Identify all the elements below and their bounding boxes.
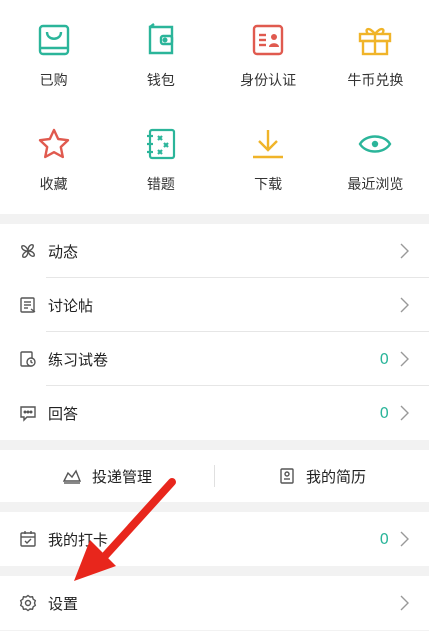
list-item-label: 练习试卷 [48,350,109,369]
settings-section: 设置 [0,576,429,630]
grid-item-wallet[interactable]: 钱包 [107,20,214,90]
grid-item-label: 错题 [146,177,175,193]
gift-icon [322,20,429,60]
grid-item-label: 牛币兑换 [347,73,404,89]
wrong-questions-icon [107,124,214,164]
activity-list: 动态 讨论帖 练习试卷 0 回答 0 [0,224,429,440]
chevron-right-icon [397,529,411,549]
chevron-right-icon [397,593,411,613]
grid-item-coin-exchange[interactable]: 牛币兑换 [322,20,429,90]
list-item-answers[interactable]: 回答 0 [0,386,429,440]
wallet-icon [107,20,214,60]
chevron-right-icon [397,295,411,315]
grid-item-wrong-questions[interactable]: 错题 [107,124,214,194]
timed-paper-icon [18,349,38,369]
grid-item-label: 下载 [254,177,283,193]
shortcut-row-2: 收藏 错题 下载 最近浏览 [0,124,429,194]
handshake-icon [62,467,82,485]
grid-item-label: 已购 [39,73,68,89]
list-item-count: 0 [379,404,389,422]
list-item-practice-papers[interactable]: 练习试卷 0 [0,332,429,386]
chat-bubble-icon [18,403,38,423]
resume-icon [278,467,296,485]
my-resume-button[interactable]: 我的简历 [215,466,429,487]
shortcut-grid: 已购 钱包 身份认证 牛币兑换 收藏 错题 下载 最近浏览 [0,0,429,214]
delivery-management-button[interactable]: 投递管理 [0,466,214,487]
list-item-label: 我的打卡 [48,530,109,549]
grid-item-label: 身份认证 [240,73,297,89]
chevron-right-icon [397,241,411,261]
purchased-bag-icon [0,20,107,60]
pinwheel-icon [18,241,38,261]
grid-item-purchased[interactable]: 已购 [0,20,107,90]
list-item-checkin[interactable]: 我的打卡 0 [0,512,429,566]
list-item-feed[interactable]: 动态 [0,224,429,278]
list-item-label: 讨论帖 [48,296,94,315]
grid-item-recent-views[interactable]: 最近浏览 [322,124,429,194]
list-item-discussions[interactable]: 讨论帖 [0,278,429,332]
checkin-section: 我的打卡 0 [0,512,429,566]
list-item-label: 动态 [48,242,79,261]
grid-item-download[interactable]: 下载 [215,124,322,194]
download-icon [215,124,322,164]
chevron-right-icon [397,403,411,423]
id-card-icon [215,20,322,60]
grid-item-label: 收藏 [39,177,68,193]
list-item-count: 0 [379,530,389,548]
gear-icon [18,593,38,613]
my-resume-label: 我的简历 [305,467,366,486]
grid-item-favorites[interactable]: 收藏 [0,124,107,194]
shortcut-row-1: 已购 钱包 身份认证 牛币兑换 [0,20,429,90]
career-shortcuts: 投递管理 我的简历 [0,450,429,502]
delivery-management-label: 投递管理 [91,467,152,486]
chevron-right-icon [397,349,411,369]
star-icon [0,124,107,164]
list-item-label: 设置 [48,594,79,613]
list-item-count: 0 [379,350,389,368]
document-list-icon [18,295,38,315]
grid-item-label: 最近浏览 [347,177,404,193]
list-item-label: 回答 [48,404,79,423]
eye-icon [322,124,429,164]
list-item-settings[interactable]: 设置 [0,576,429,630]
grid-item-label: 钱包 [146,73,175,89]
grid-item-id-verify[interactable]: 身份认证 [215,20,322,90]
calendar-check-icon [18,529,38,549]
